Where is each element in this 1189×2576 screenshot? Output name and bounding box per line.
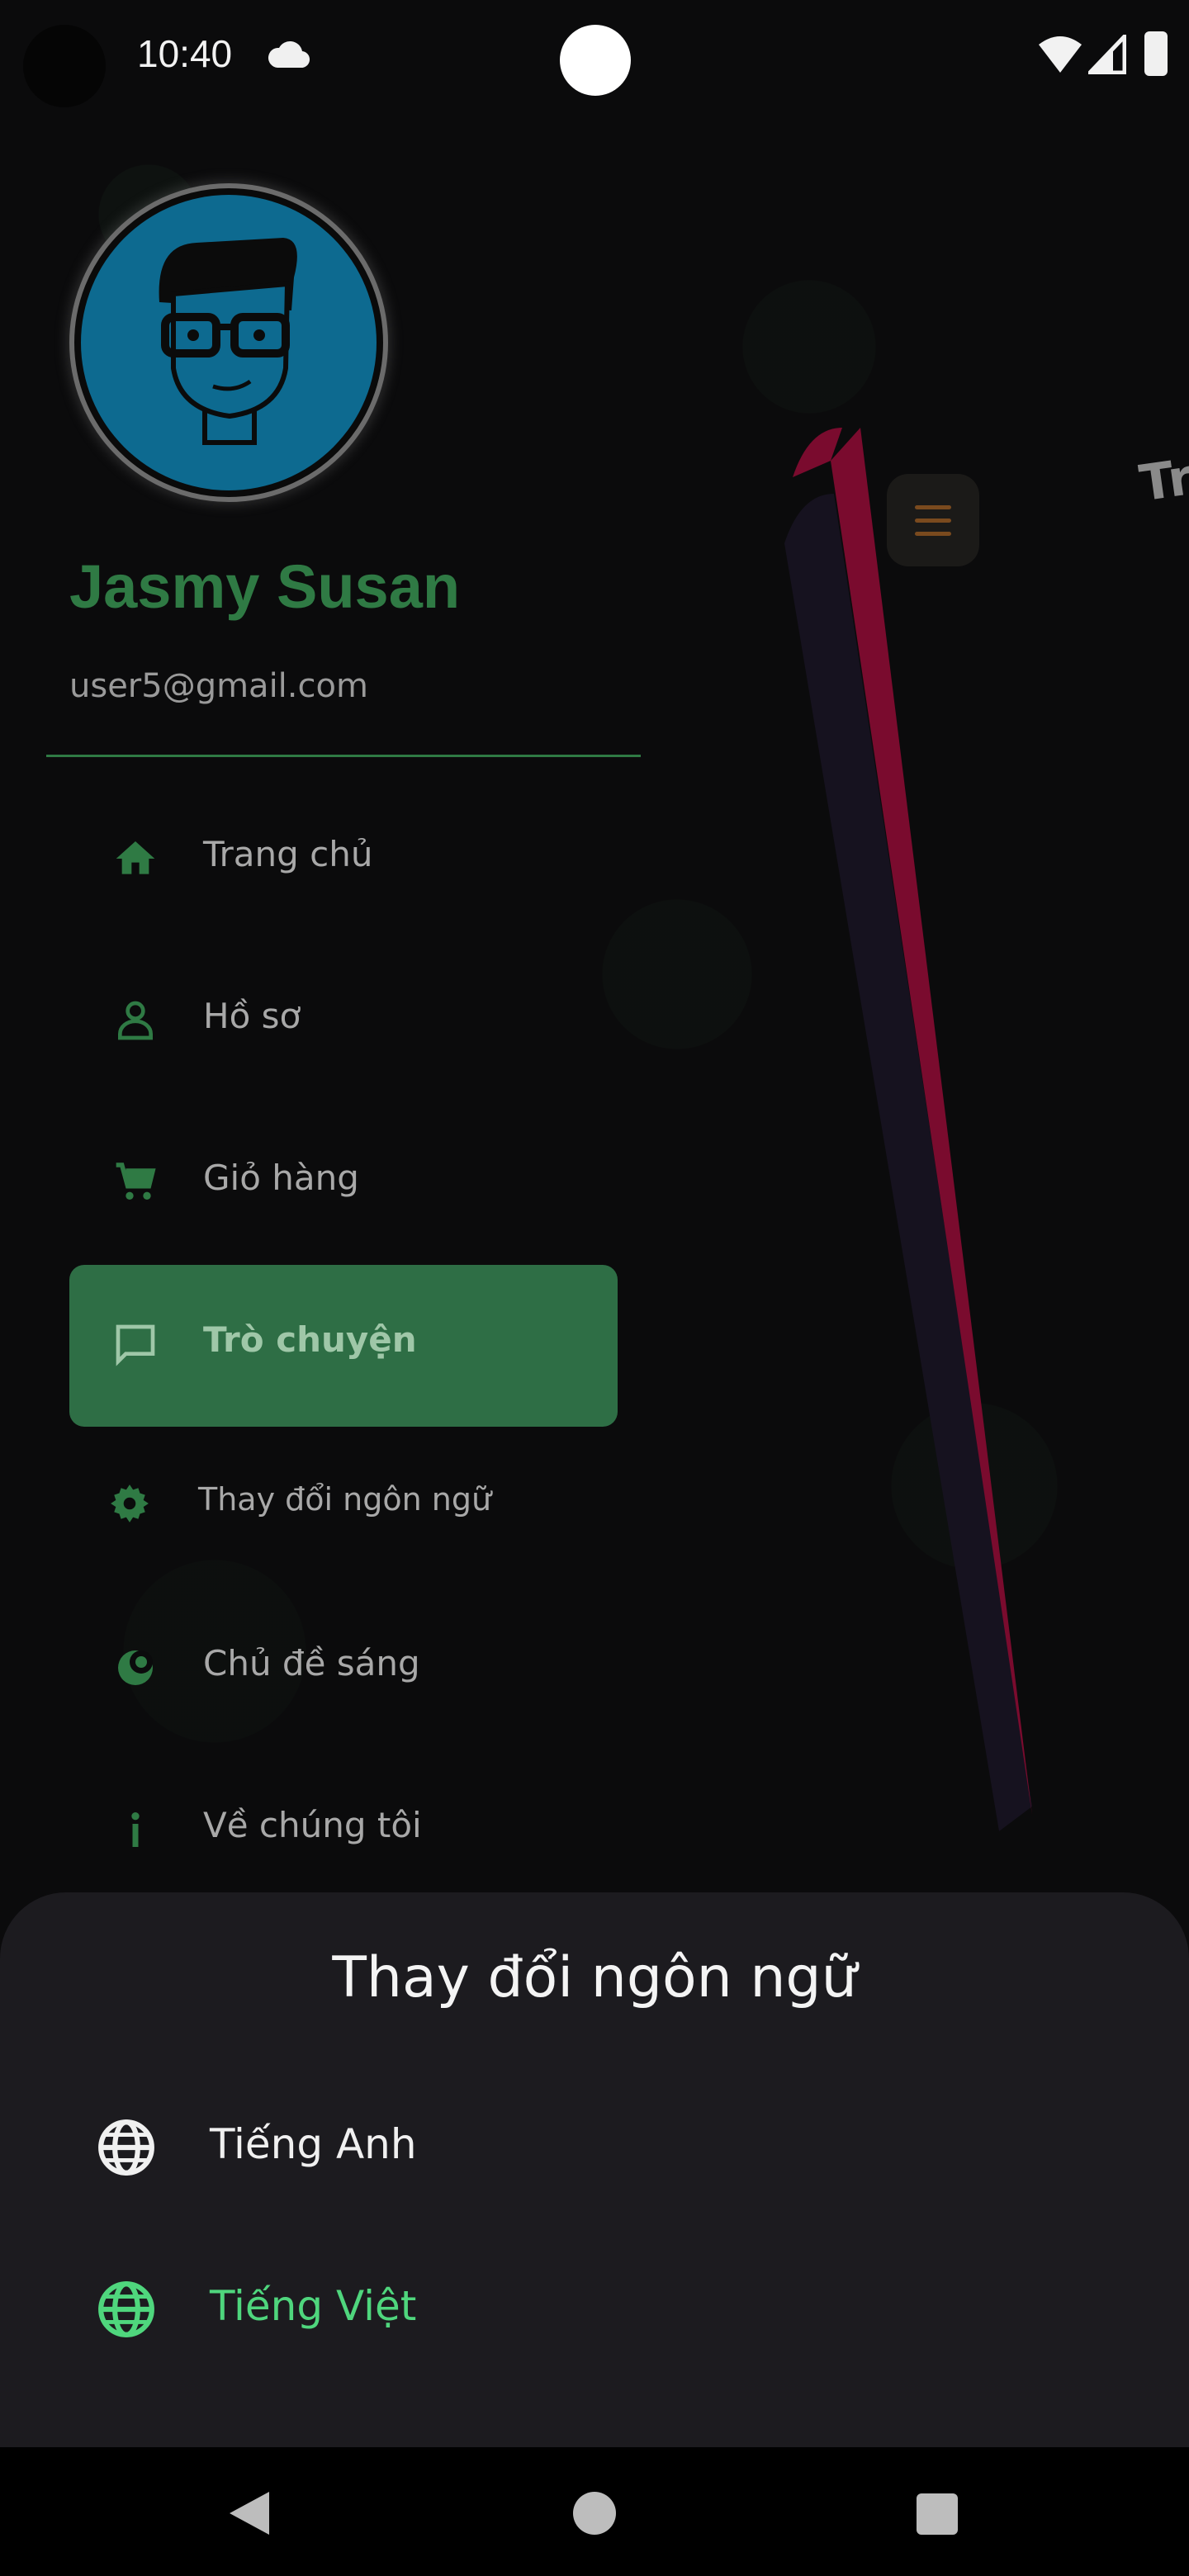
theme-icon: [118, 1650, 153, 1685]
menu-item-label: Hồ sơ: [203, 996, 301, 1036]
battery-icon: [1144, 31, 1168, 76]
menu-item-chat[interactable]: Trò chuyện: [69, 1265, 618, 1427]
menu-item-cart[interactable]: Giỏ hàng: [69, 1103, 618, 1262]
signal-icon: [1088, 35, 1126, 74]
menu-item-home[interactable]: Trang chủ: [69, 779, 618, 938]
language-option-english[interactable]: Tiếng Anh: [0, 2066, 1189, 2228]
language-option-label: Tiếng Anh: [210, 2120, 417, 2168]
avatar[interactable]: [81, 195, 377, 490]
camera-indicator: [560, 25, 631, 96]
language-option-vietnamese[interactable]: Tiếng Việt: [0, 2228, 1189, 2389]
back-icon[interactable]: [228, 2490, 271, 2536]
user-name: Jasmy Susan: [69, 552, 461, 621]
home-icon: [116, 841, 155, 874]
menu-item-label: Giỏ hàng: [203, 1158, 359, 1198]
menu-item-language[interactable]: Thay đổi ngôn ngữ: [69, 1427, 618, 1585]
camera-cutout: [23, 25, 106, 107]
globe-icon: [98, 2281, 154, 2337]
profile-divider: [46, 755, 641, 757]
avatar-illustration: [159, 238, 297, 445]
status-time: 10:40: [137, 32, 233, 75]
home-nav-button[interactable]: [573, 2492, 616, 2535]
sheet-title: Thay đổi ngôn ngữ: [332, 1945, 857, 2010]
chat-icon: [116, 1324, 155, 1366]
preview-panel: [784, 428, 1032, 1831]
person-icon: [118, 1001, 153, 1040]
cart-icon: [116, 1163, 156, 1200]
wifi-icon: [1039, 36, 1082, 73]
recents-nav-button[interactable]: [917, 2493, 958, 2535]
menu-item-label: Về chúng tôi: [203, 1805, 422, 1845]
menu-item-label: Trang chủ: [203, 834, 373, 874]
user-email: user5@gmail.com: [69, 667, 368, 705]
globe-icon: [98, 2119, 154, 2176]
language-option-label: Tiếng Việt: [210, 2282, 417, 2330]
gear-icon: [111, 1485, 149, 1522]
menu-item-profile[interactable]: Hồ sơ: [69, 941, 618, 1100]
menu-item-label: Thay đổi ngôn ngữ: [198, 1481, 492, 1518]
cloud-icon: [268, 40, 310, 69]
menu-button[interactable]: [887, 474, 979, 566]
info-icon: [131, 1812, 140, 1847]
preview-title: Trò: [1136, 443, 1189, 514]
menu-item-about[interactable]: Về chúng tôi: [69, 1750, 618, 1909]
menu-item-label: Trò chuyện: [203, 1319, 417, 1360]
menu-item-label: Chủ đề sáng: [203, 1643, 420, 1683]
menu-item-theme[interactable]: Chủ đề sáng: [69, 1589, 618, 1747]
